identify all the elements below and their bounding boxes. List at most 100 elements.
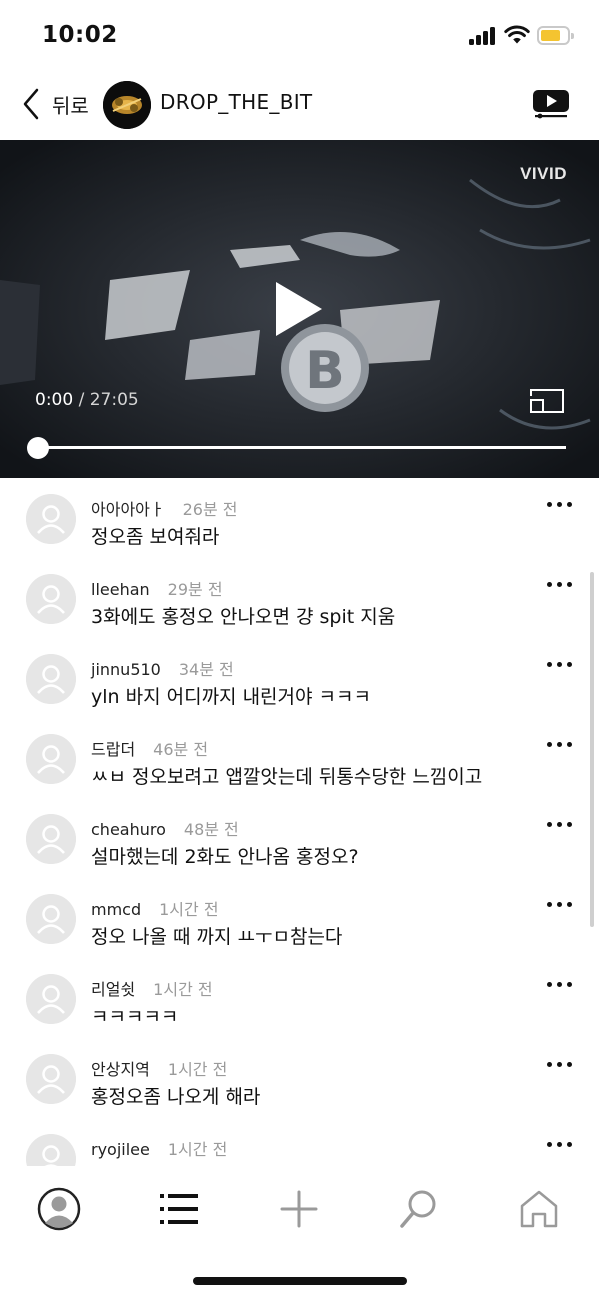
comment-timestamp: 1시간 전 <box>153 980 213 999</box>
comment-item[interactable]: 리얼쉿 1시간 전 ㅋㅋㅋㅋㅋ <box>0 960 599 1040</box>
comment-text: 홍정오좀 나오게 해라 <box>91 1086 261 1108</box>
comment-text: 설마했는데 2화도 안나옴 홍정오? <box>91 846 359 868</box>
progress-track[interactable] <box>38 446 566 449</box>
comment-item[interactable]: lleehan 29분 전 3화에도 홍정오 안나오면 걍 spit 지움 <box>0 560 599 640</box>
comment-text: 3화에도 홍정오 안나오면 걍 spit 지움 <box>91 606 396 628</box>
comment-item[interactable]: 아아아아ㅏ 26분 전정오좀 보여줘라 <box>0 480 599 560</box>
more-options-icon[interactable] <box>545 814 575 832</box>
more-options-icon[interactable] <box>545 494 575 512</box>
user-placeholder-icon <box>26 574 76 624</box>
comment-timestamp: 48분 전 <box>183 820 239 839</box>
more-options-icon[interactable] <box>545 894 575 912</box>
cellular-signal-icon <box>469 27 497 45</box>
status-bar: 10:02 <box>0 0 599 70</box>
comment-item[interactable]: cheahuro 48분 전설마했는데 2화도 안나옴 홍정오? <box>0 800 599 880</box>
home-icon[interactable] <box>516 1186 562 1232</box>
comment-username[interactable]: ryojilee <box>91 1140 150 1159</box>
progress-thumb[interactable] <box>27 437 49 459</box>
avatar[interactable] <box>26 574 76 624</box>
comment-text: ㅋㅋㅋㅋㅋ <box>91 1006 179 1028</box>
comment-list[interactable]: 아아아아ㅏ 26분 전정오좀 보여줘라 lleehan 29분 전 3화에도 홍정오 안… <box>0 480 599 1166</box>
more-options-icon[interactable] <box>545 1134 575 1152</box>
channel-header: 뒤로 DROP_THE_BIT <box>0 72 599 138</box>
battery-level <box>541 30 560 41</box>
back-label: 뒤로 <box>52 93 89 118</box>
avatar[interactable] <box>26 814 76 864</box>
add-icon[interactable] <box>276 1186 322 1232</box>
search-icon[interactable] <box>396 1186 442 1232</box>
comment-username[interactable]: lleehan <box>91 580 150 599</box>
user-placeholder-icon <box>26 974 76 1024</box>
user-placeholder-icon <box>26 494 76 544</box>
channel-name: DROP_THE_BIT <box>160 90 313 114</box>
user-placeholder-icon <box>26 654 76 704</box>
user-placeholder-icon <box>26 814 76 864</box>
comment-text: ㅆㅂ 정오보려고 앱깔앗는데 뒤통수당한 느낌이고 <box>91 766 483 788</box>
more-options-icon[interactable] <box>545 1054 575 1072</box>
time-display: 0:00 / 27:05 <box>35 390 139 410</box>
more-options-icon[interactable] <box>545 734 575 752</box>
youtube-play-icon[interactable] <box>531 88 571 120</box>
battery-icon <box>537 26 574 45</box>
comment-meta: ryojilee 1시간 전 <box>91 1136 227 1160</box>
more-options-icon[interactable] <box>545 974 575 992</box>
video-player[interactable]: B VIVID 0:00 / 27:05 <box>0 140 599 478</box>
user-placeholder-icon <box>26 734 76 784</box>
comment-item[interactable]: 드랍더 46분 전 ㅆㅂ 정오보려고 앱깔앗는데 뒤통수당한 느낌이고 <box>0 720 599 800</box>
back-button[interactable]: 뒤로 <box>20 84 89 124</box>
more-options-icon[interactable] <box>545 654 575 672</box>
svg-text:B: B <box>305 341 345 401</box>
comment-meta: lleehan 29분 전 <box>91 576 223 600</box>
comment-username[interactable]: mmcd <box>91 900 141 919</box>
avatar[interactable] <box>26 494 76 544</box>
comment-username[interactable]: 안상지역 <box>91 1060 150 1079</box>
scrollbar[interactable] <box>590 572 594 927</box>
avatar[interactable] <box>26 1054 76 1104</box>
comment-meta: jinnu510 34분 전 <box>91 656 234 680</box>
comment-username[interactable]: 리얼쉿 <box>91 980 135 999</box>
more-options-icon[interactable] <box>545 574 575 592</box>
home-indicator[interactable] <box>193 1277 407 1285</box>
comment-timestamp: 46분 전 <box>153 740 209 759</box>
avatar[interactable] <box>26 654 76 704</box>
duration: 27:05 <box>89 390 139 410</box>
avatar[interactable] <box>26 734 76 784</box>
comment-timestamp: 29분 전 <box>167 580 223 599</box>
comment-meta: 리얼쉿 1시간 전 <box>91 976 213 1000</box>
time-separator: / <box>78 390 85 410</box>
comment-meta: mmcd 1시간 전 <box>91 896 219 920</box>
fullscreen-icon[interactable] <box>529 388 565 414</box>
chevron-left-icon <box>23 88 39 120</box>
comment-timestamp: 1시간 전 <box>167 1060 228 1079</box>
play-icon[interactable] <box>272 278 326 340</box>
comment-text: 정오좀 보여줘라 <box>91 526 220 548</box>
comment-timestamp: 34분 전 <box>178 660 234 679</box>
avatar[interactable] <box>26 974 76 1024</box>
user-placeholder-icon <box>26 1054 76 1104</box>
comment-item[interactable]: 안상지역 1시간 전홍정오좀 나오게 해라 <box>0 1040 599 1120</box>
feed-list-icon[interactable] <box>156 1186 202 1232</box>
comment-meta: 아아아아ㅏ 26분 전 <box>91 496 238 520</box>
user-placeholder-icon <box>26 1134 76 1166</box>
comment-meta: cheahuro 48분 전 <box>91 816 239 840</box>
comment-item[interactable]: mmcd 1시간 전정오 나올 때 까지 ㅛㅜㅁ참는다 <box>0 880 599 960</box>
avatar[interactable] <box>26 1134 76 1166</box>
comment-timestamp: 1시간 전 <box>167 1140 228 1159</box>
comment-text: 정오 나올 때 까지 ㅛㅜㅁ참는다 <box>91 926 343 948</box>
comment-item[interactable]: ryojilee 1시간 전 <box>0 1120 599 1166</box>
comment-username[interactable]: 아아아아ㅏ <box>91 500 165 519</box>
comment-meta: 안상지역 1시간 전 <box>91 1056 227 1080</box>
profile-icon[interactable] <box>36 1186 82 1232</box>
comment-username[interactable]: cheahuro <box>91 820 166 839</box>
comment-text: yln 바지 어디까지 내린거야 ㅋㅋㅋ <box>91 686 371 708</box>
wifi-icon <box>504 25 530 44</box>
user-placeholder-icon <box>26 894 76 944</box>
comment-username[interactable]: 드랍더 <box>91 740 135 759</box>
current-time: 0:00 <box>35 390 74 410</box>
comment-username[interactable]: jinnu510 <box>91 660 161 679</box>
channel-logo[interactable] <box>103 81 151 129</box>
comment-item[interactable]: jinnu510 34분 전 yln 바지 어디까지 내린거야 ㅋㅋㅋ <box>0 640 599 720</box>
channel-watermark: VIVID <box>520 164 567 183</box>
comment-meta: 드랍더 46분 전 <box>91 736 208 760</box>
avatar[interactable] <box>26 894 76 944</box>
